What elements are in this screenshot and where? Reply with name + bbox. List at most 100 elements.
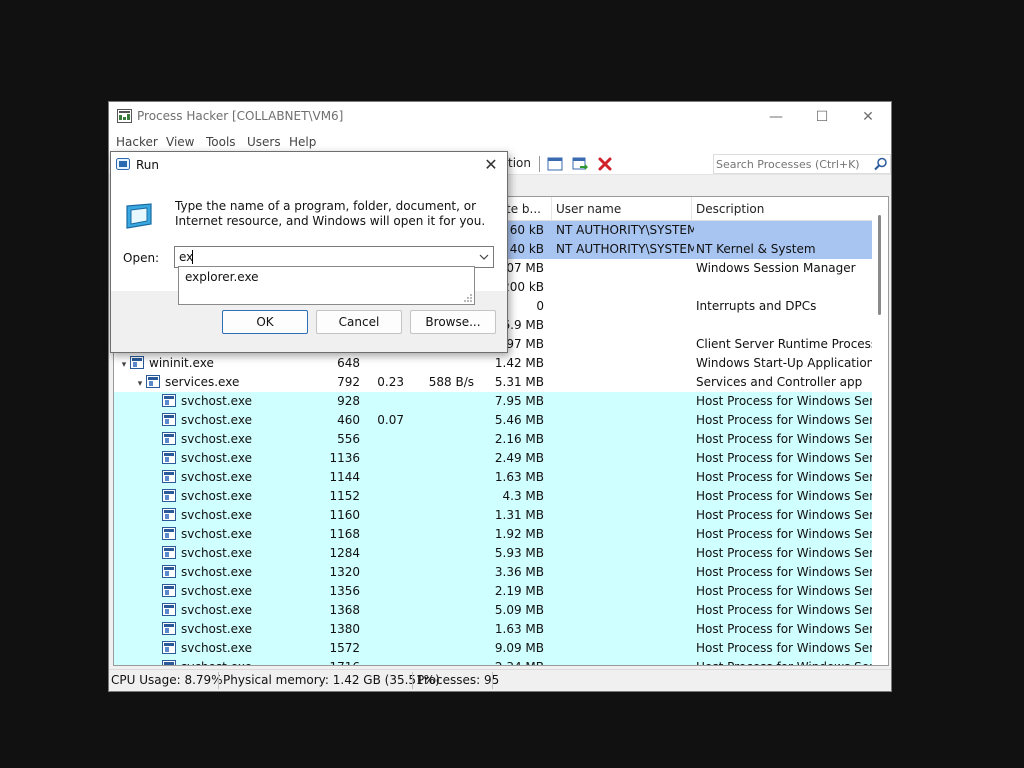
process-row[interactable]: svchost.exe 556 2.16 MB Host Process for Wi… [114,430,874,449]
process-name-cell: svchost.exe [118,601,328,620]
close-icon: ✕ [484,155,498,174]
status-divider [412,672,413,689]
process-cpu [364,639,404,658]
close-button[interactable]: ✕ [845,102,891,131]
status-bar: CPU Usage: 8.79% Physical memory: 1.42 G… [109,669,891,691]
process-user [556,259,694,278]
process-row[interactable]: svchost.exe 1152 4.3 MB Host Process for Wi… [114,487,874,506]
autocomplete-item[interactable]: explorer.exe [185,270,259,284]
process-icon [162,508,176,521]
process-description: Host Process for Windows Ser... [696,413,872,427]
window-arrow-icon[interactable] [572,156,588,172]
menu-hacker[interactable]: Hacker [116,135,158,149]
process-row[interactable]: svchost.exe 1716 2.34 MB Host Process for W… [114,658,874,665]
process-icon [162,641,176,654]
process-description: Services and Controller app [696,375,863,389]
process-row[interactable]: svchost.exe 460 0.07 5.46 MB Host Process fo… [114,411,874,430]
search-box[interactable] [713,154,891,174]
run-close-button[interactable]: ✕ [479,154,503,176]
menu-view[interactable]: View [166,135,194,149]
process-user [556,468,694,487]
process-private-bytes: 5.31 MB [494,375,544,389]
process-row[interactable]: svchost.exe 1168 1.92 MB Host Process for W… [114,525,874,544]
process-name: svchost.exe [181,622,252,636]
process-cpu [364,449,404,468]
title-bar[interactable]: Process Hacker [COLLABNET\VM6] — ☐ ✕ [109,102,891,131]
process-name-cell: svchost.exe [118,620,328,639]
maximize-button[interactable]: ☐ [799,102,845,131]
menu-users[interactable]: Users [247,135,281,149]
process-private-bytes: 2.19 MB [494,584,544,598]
ok-button[interactable]: OK [222,310,308,334]
window-icon[interactable] [547,156,563,172]
process-name-cell: svchost.exe [118,544,328,563]
tree-expander-icon[interactable]: ▾ [134,375,146,392]
process-name: svchost.exe [181,546,252,560]
menu-tools[interactable]: Tools [206,135,236,149]
menu-help[interactable]: Help [289,135,316,149]
process-name-cell: svchost.exe [118,658,328,665]
column-user-name[interactable]: User name [552,197,692,221]
open-input[interactable] [179,249,469,265]
process-description: Host Process for Windows Ser... [696,432,872,446]
open-combobox[interactable] [174,246,494,268]
process-cpu: 0.23 [377,375,404,389]
column-description[interactable]: Description [692,197,874,221]
process-row[interactable]: svchost.exe 1572 9.09 MB Host Process for W… [114,639,874,658]
cancel-button[interactable]: Cancel [316,310,402,334]
status-process-count: Processes: 95 [417,673,500,687]
resize-grip-icon[interactable] [463,293,473,303]
process-description: Host Process for Windows Ser... [696,584,872,598]
process-pid: 1368 [329,603,360,617]
process-row[interactable]: svchost.exe 1380 1.63 MB Host Process for W… [114,620,874,639]
process-io [414,601,474,620]
process-icon [162,565,176,578]
tree-expander-icon[interactable]: ▾ [118,356,130,373]
process-pid: 928 [337,394,360,408]
process-icon [162,394,176,407]
process-hacker-app-icon [117,109,132,123]
scrollbar-thumb[interactable] [878,215,881,315]
process-icon [162,432,176,445]
search-input[interactable] [716,156,866,172]
process-pid: 1284 [329,546,360,560]
run-title-bar[interactable]: Run ✕ [111,152,507,178]
process-private-bytes: 1.63 MB [494,470,544,484]
toolbar-partial-label[interactable]: tion [508,156,531,170]
process-user [556,335,694,354]
chevron-down-icon[interactable] [477,250,491,264]
process-cpu [364,544,404,563]
process-row[interactable]: svchost.exe 1368 5.09 MB Host Process for W… [114,601,874,620]
process-io: 588 B/s [428,375,474,389]
process-row[interactable]: svchost.exe 928 7.95 MB Host Process for Wi… [114,392,874,411]
minimize-button[interactable]: — [753,102,799,131]
process-icon [162,451,176,464]
process-description: NT Kernel & System [696,242,816,256]
process-name-cell: svchost.exe [118,430,328,449]
process-pid: 1380 [329,622,360,636]
process-row[interactable]: ▾ wininit.exe 648 1.42 MB Windows Start-Up A… [114,354,874,373]
process-name-cell: svchost.exe [118,468,328,487]
process-pid: 1168 [329,527,360,541]
process-row[interactable]: svchost.exe 1284 5.93 MB Host Process for W… [114,544,874,563]
process-private-bytes: 2.16 MB [494,432,544,446]
process-cpu [364,392,404,411]
process-row[interactable]: svchost.exe 1320 3.36 MB Host Process for W… [114,563,874,582]
process-cpu: 0.07 [377,413,404,427]
process-row[interactable]: svchost.exe 1144 1.63 MB Host Process for W… [114,468,874,487]
process-row[interactable]: svchost.exe 1136 2.49 MB Host Process for W… [114,449,874,468]
terminate-icon[interactable] [597,156,613,172]
process-row[interactable]: svchost.exe 1160 1.31 MB Host Process for W… [114,506,874,525]
process-user [556,601,694,620]
process-private-bytes: 1.92 MB [494,527,544,541]
vertical-scrollbar[interactable] [872,197,888,665]
process-io [414,525,474,544]
search-icon[interactable] [874,157,888,171]
browse-button[interactable]: Browse... [410,310,496,334]
process-name-cell: svchost.exe [118,487,328,506]
process-name-cell: svchost.exe [118,582,328,601]
process-description: Host Process for Windows Ser... [696,641,872,655]
process-row[interactable]: svchost.exe 1356 2.19 MB Host Process for W… [114,582,874,601]
process-row[interactable]: ▾ services.exe 792 0.23 588 B/s 5.31 MB Servic… [114,373,874,392]
process-user [556,392,694,411]
